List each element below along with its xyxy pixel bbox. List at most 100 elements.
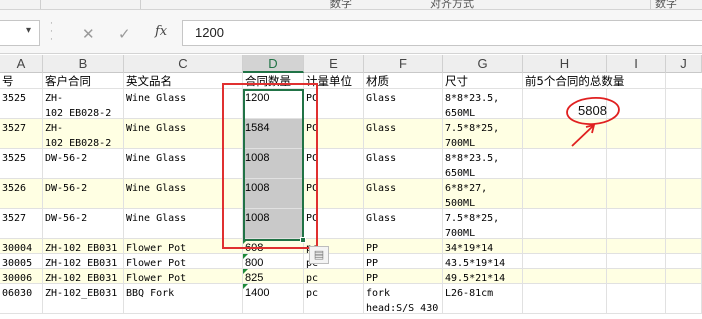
- cell-empty[interactable]: [666, 149, 702, 178]
- cell-g[interactable]: 6*8*27, 500ML: [443, 179, 523, 208]
- cell-empty[interactable]: [666, 209, 702, 238]
- cell-g[interactable]: 7.5*8*25, 700ML: [443, 209, 523, 238]
- cell-empty[interactable]: [523, 284, 607, 313]
- cell-f[interactable]: PP: [364, 269, 443, 283]
- cell-b[interactable]: DW-56-2: [43, 209, 124, 238]
- cell-empty[interactable]: [607, 209, 666, 238]
- cell-a[interactable]: 06030: [0, 284, 43, 313]
- cell-d[interactable]: 608: [243, 239, 304, 253]
- column-header-j[interactable]: J: [666, 55, 702, 73]
- cell-c[interactable]: Wine Glass: [124, 119, 243, 148]
- cell-empty[interactable]: [607, 284, 666, 313]
- cell-empty[interactable]: [666, 179, 702, 208]
- cell-e[interactable]: PC: [304, 179, 364, 208]
- column-header-c[interactable]: C: [124, 55, 243, 73]
- cell-d[interactable]: 1008: [243, 149, 304, 178]
- cell-g[interactable]: 7.5*8*25, 700ML: [443, 119, 523, 148]
- cell-d[interactable]: 1400: [243, 284, 304, 313]
- column-header-g[interactable]: G: [443, 55, 523, 73]
- cell-f[interactable]: PP: [364, 239, 443, 253]
- cell-g[interactable]: L26-81cm: [443, 284, 523, 313]
- formula-input[interactable]: 1200: [183, 20, 702, 46]
- cancel-icon[interactable]: ✕: [82, 25, 95, 43]
- error-indicator-icon[interactable]: [243, 254, 248, 259]
- cell-b[interactable]: ZH-102_EB031: [43, 239, 124, 253]
- cell-empty[interactable]: [607, 179, 666, 208]
- cell-g[interactable]: 8*8*23.5, 650ML: [443, 149, 523, 178]
- cell-b[interactable]: DW-56-2: [43, 149, 124, 178]
- cell-c[interactable]: Flower Pot: [124, 269, 243, 283]
- cell-b[interactable]: DW-56-2: [43, 179, 124, 208]
- cell-empty[interactable]: [607, 269, 666, 283]
- cell-d[interactable]: 1008: [243, 179, 304, 208]
- column-header-h[interactable]: H: [523, 55, 607, 73]
- cell-b[interactable]: ZH-102_EB031: [43, 269, 124, 283]
- header-cell[interactable]: 号: [0, 73, 43, 88]
- cell-c[interactable]: Wine Glass: [124, 209, 243, 238]
- cell-empty[interactable]: [666, 284, 702, 313]
- cell-empty[interactable]: [523, 269, 607, 283]
- cell-e[interactable]: PC: [304, 149, 364, 178]
- cell-empty[interactable]: [523, 119, 607, 148]
- cell-a[interactable]: 30004: [0, 239, 43, 253]
- column-header-f[interactable]: F: [364, 55, 443, 73]
- header-cell[interactable]: 前5个合同的总数量: [523, 73, 666, 88]
- cell-a[interactable]: 30005: [0, 254, 43, 268]
- fill-handle[interactable]: [300, 237, 306, 243]
- cell-a[interactable]: 3527: [0, 209, 43, 238]
- resize-grip-icon[interactable]: · · ·: [50, 20, 54, 46]
- cell-empty[interactable]: [666, 269, 702, 283]
- cell-empty[interactable]: [666, 254, 702, 268]
- column-header-b[interactable]: B: [43, 55, 124, 73]
- cell-f[interactable]: Glass: [364, 179, 443, 208]
- cell-f[interactable]: Glass: [364, 89, 443, 118]
- error-indicator-icon[interactable]: [243, 284, 248, 289]
- cell-a[interactable]: 3525: [0, 149, 43, 178]
- cell-d[interactable]: 825: [243, 269, 304, 283]
- cell-f[interactable]: Glass: [364, 209, 443, 238]
- cell-b[interactable]: ZH-102_EB031: [43, 284, 124, 313]
- cell-d[interactable]: 1008: [243, 209, 304, 238]
- cell-b[interactable]: ZH- 102_EB028-2: [43, 89, 124, 118]
- header-cell[interactable]: 尺寸: [443, 73, 523, 88]
- header-cell[interactable]: 计量单位: [304, 73, 364, 88]
- cell-empty[interactable]: [607, 119, 666, 148]
- column-header-e[interactable]: E: [304, 55, 364, 73]
- cell-a[interactable]: 3526: [0, 179, 43, 208]
- header-cell[interactable]: 合同数量: [243, 73, 304, 88]
- cell-g[interactable]: 43.5*19*14: [443, 254, 523, 268]
- cell-e[interactable]: pc: [304, 269, 364, 283]
- header-cell[interactable]: 英文品名: [124, 73, 243, 88]
- chevron-down-icon[interactable]: ▾: [26, 25, 31, 36]
- cell-empty[interactable]: [607, 239, 666, 253]
- column-header-i[interactable]: I: [607, 55, 666, 73]
- cell-f[interactable]: PP: [364, 254, 443, 268]
- cell-d[interactable]: 1200: [243, 89, 304, 118]
- cell-empty[interactable]: [523, 179, 607, 208]
- cell-f[interactable]: fork head:S/S 430: [364, 284, 443, 313]
- cell-c[interactable]: Wine Glass: [124, 179, 243, 208]
- cell-empty[interactable]: [523, 254, 607, 268]
- cell-f[interactable]: Glass: [364, 119, 443, 148]
- cell-c[interactable]: BBQ Fork: [124, 284, 243, 313]
- cell-c[interactable]: Wine Glass: [124, 149, 243, 178]
- error-indicator-icon[interactable]: [243, 239, 248, 244]
- cell-empty[interactable]: [523, 149, 607, 178]
- cell-empty[interactable]: [607, 254, 666, 268]
- cell-empty[interactable]: [523, 239, 607, 253]
- cell-g[interactable]: 49.5*21*14: [443, 269, 523, 283]
- cell-a[interactable]: 30006: [0, 269, 43, 283]
- column-header-a[interactable]: A: [0, 55, 43, 73]
- cell-empty[interactable]: [607, 89, 666, 118]
- header-cell[interactable]: 材质: [364, 73, 443, 88]
- cell-f[interactable]: Glass: [364, 149, 443, 178]
- cell-e[interactable]: pc: [304, 284, 364, 313]
- error-indicator-icon[interactable]: [243, 269, 248, 274]
- cell-empty[interactable]: [666, 89, 702, 118]
- cell-g[interactable]: 8*8*23.5, 650ML: [443, 89, 523, 118]
- cell-c[interactable]: Flower Pot: [124, 254, 243, 268]
- insert-function-icon[interactable]: fx: [155, 24, 167, 39]
- cell-empty[interactable]: [666, 239, 702, 253]
- cell-empty[interactable]: [607, 149, 666, 178]
- paste-options-icon[interactable]: ▤: [309, 246, 329, 264]
